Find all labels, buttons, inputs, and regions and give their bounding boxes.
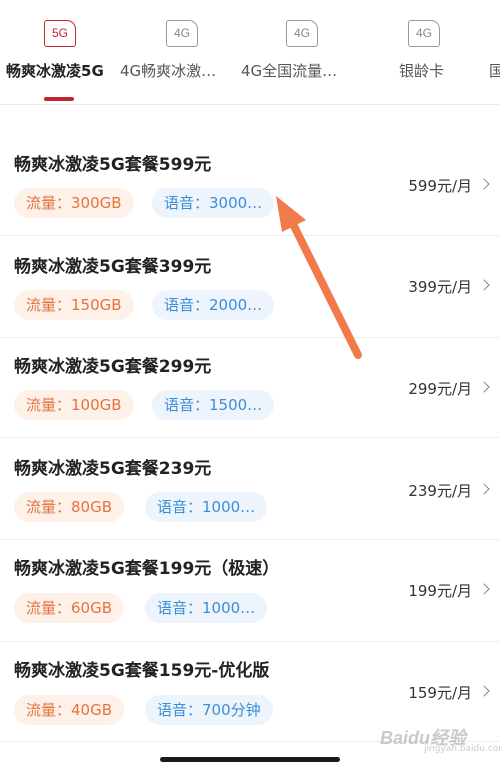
plan-name: 畅爽冰激凌5G套餐399元	[14, 257, 212, 277]
chevron-right-icon	[478, 685, 490, 697]
voice-allowance-chip: 语音：700分钟	[145, 695, 273, 725]
4g-sim-icon: 4G	[286, 20, 318, 47]
chevron-right-icon	[478, 583, 490, 595]
tab-label: 4G畅爽冰激…	[120, 62, 217, 80]
chevron-right-icon	[478, 381, 490, 393]
plan-price: 599元/月	[408, 177, 472, 195]
plan-row-239[interactable]: 畅爽冰激凌5G套餐239元 流量：80GB 语音：1000… 239元/月	[0, 438, 500, 540]
baidu-jingyan-watermark: Baidu经验 jingyan.baidu.com	[380, 714, 500, 758]
plan-name: 畅爽冰激凌5G套餐199元（极速）	[14, 559, 280, 579]
tab-4g-icecream[interactable]: 4G 4G畅爽冰激…	[120, 0, 235, 104]
voice-allowance-chip: 语音：1000…	[145, 492, 268, 522]
plan-name: 畅爽冰激凌5G套餐299元	[14, 357, 212, 377]
data-allowance-chip: 流量：150GB	[14, 290, 134, 320]
tab-4g-national-data[interactable]: 4G 4G全国流量…	[241, 0, 356, 104]
plan-price: 399元/月	[408, 278, 472, 296]
watermark-subtext: jingyan.baidu.com	[424, 744, 500, 754]
chevron-right-icon	[478, 178, 490, 190]
data-allowance-chip: 流量：60GB	[14, 593, 125, 623]
chevron-right-icon	[478, 483, 490, 495]
voice-allowance-chip: 语音：2000…	[152, 290, 275, 320]
plan-row-299[interactable]: 畅爽冰激凌5G套餐299元 流量：100GB 语音：1500… 299元/月	[0, 338, 500, 438]
data-allowance-chip: 流量：100GB	[14, 390, 134, 420]
4g-sim-icon: 4G	[408, 20, 440, 47]
tabbar-divider	[0, 104, 500, 105]
plan-price: 159元/月	[408, 684, 472, 702]
tab-label: 国	[489, 62, 500, 80]
plan-name: 畅爽冰激凌5G套餐159元-优化版	[14, 661, 270, 681]
plan-name: 畅爽冰激凌5G套餐599元	[14, 155, 212, 175]
4g-sim-icon: 4G	[166, 20, 198, 47]
plan-row-399[interactable]: 畅爽冰激凌5G套餐399元 流量：150GB 语音：2000… 399元/月	[0, 236, 500, 338]
chevron-right-icon	[478, 279, 490, 291]
voice-allowance-chip: 语音：3000…	[152, 188, 275, 218]
data-allowance-chip: 流量：40GB	[14, 695, 125, 725]
plan-price: 199元/月	[408, 582, 472, 600]
data-allowance-chip: 流量：80GB	[14, 492, 125, 522]
voice-allowance-chip: 语音：1000…	[145, 593, 268, 623]
tab-silver-age-card[interactable]: 4G 银龄卡	[390, 0, 460, 104]
home-indicator[interactable]	[160, 757, 340, 762]
tab-label: 4G全国流量…	[241, 62, 338, 80]
plan-name: 畅爽冰激凌5G套餐239元	[14, 459, 212, 479]
tab-partial[interactable]: 国	[489, 0, 500, 104]
plan-row-599[interactable]: 畅爽冰激凌5G套餐599元 流量：300GB 语音：3000… 599元/月	[0, 130, 500, 236]
voice-allowance-chip: 语音：1500…	[152, 390, 275, 420]
plan-price: 299元/月	[408, 380, 472, 398]
data-allowance-chip: 流量：300GB	[14, 188, 134, 218]
tab-label: 银龄卡	[399, 62, 445, 80]
5g-sim-icon: 5G	[44, 20, 76, 47]
active-tab-indicator	[44, 97, 74, 101]
plan-row-199[interactable]: 畅爽冰激凌5G套餐199元（极速） 流量：60GB 语音：1000… 199元/…	[0, 540, 500, 642]
tab-5g-icecream[interactable]: 5G 畅爽冰激凌5G	[0, 0, 118, 104]
tab-label: 畅爽冰激凌5G	[6, 62, 104, 80]
plan-category-tabbar: 5G 畅爽冰激凌5G 4G 4G畅爽冰激… 4G 4G全国流量… 4G 银龄卡 …	[0, 0, 500, 104]
plan-price: 239元/月	[408, 482, 472, 500]
